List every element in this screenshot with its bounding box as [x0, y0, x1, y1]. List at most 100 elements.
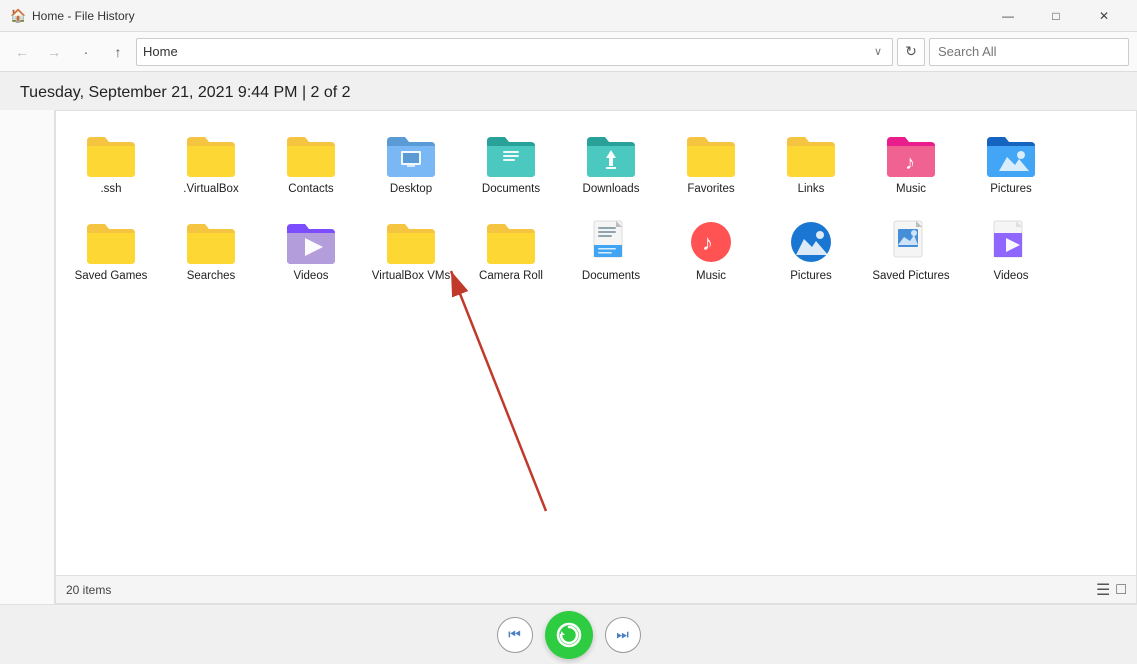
file-label-searches: Searches: [187, 269, 236, 284]
file-item-downloads[interactable]: Downloads: [566, 126, 656, 203]
back-button[interactable]: ←: [8, 38, 36, 66]
folder-icon-vbox-vms: [383, 219, 439, 265]
prev-button[interactable]: ⏮: [497, 617, 533, 653]
file-label-contacts: Contacts: [288, 182, 333, 197]
file-label-vbox-vms: VirtualBox VMs: [372, 269, 450, 284]
file-item-pictures-folder[interactable]: Pictures: [966, 126, 1056, 203]
refresh-icon: ↻: [905, 43, 917, 60]
refresh-button[interactable]: ↻: [897, 38, 925, 66]
file-grid: .ssh .VirtualBox: [56, 111, 1136, 305]
file-label-desktop: Desktop: [390, 182, 432, 197]
next-icon: ⏭: [616, 626, 629, 643]
address-input[interactable]: [143, 44, 874, 59]
file-label-saved-games: Saved Games: [75, 269, 148, 284]
svg-text:♪: ♪: [702, 230, 713, 255]
file-label-links: Links: [798, 182, 825, 197]
search-input[interactable]: [929, 38, 1129, 66]
address-bar: ← → · ↑ ∨ ↻: [0, 32, 1137, 72]
forward-button[interactable]: →: [40, 38, 68, 66]
up-button[interactable]: ↑: [104, 38, 132, 66]
window-title: Home - File History: [32, 9, 985, 23]
folder-icon-saved-games: [83, 219, 139, 265]
file-item-videos-file[interactable]: Videos: [966, 213, 1056, 290]
file-label-documents: Documents: [482, 182, 540, 197]
file-item-camera-roll[interactable]: Camera Roll: [466, 213, 556, 290]
saved-pictures-file-icon: [883, 219, 939, 265]
address-chevron-icon[interactable]: ∨: [874, 45, 882, 58]
sidebar: [0, 110, 55, 604]
folder-icon-music: ♪: [883, 132, 939, 178]
close-button[interactable]: ✕: [1081, 0, 1127, 32]
prev-icon: ⏮: [508, 626, 521, 643]
folder-icon-favorites: [683, 132, 739, 178]
video-file-icon: [983, 219, 1039, 265]
file-item-ssh[interactable]: .ssh: [66, 126, 156, 203]
minimize-button[interactable]: —: [985, 0, 1031, 32]
file-label-ssh: .ssh: [100, 182, 121, 197]
window-controls: — □ ✕: [985, 0, 1127, 32]
restore-button[interactable]: [545, 611, 593, 659]
file-item-saved-games[interactable]: Saved Games: [66, 213, 156, 290]
title-bar: 🏠 Home - File History — □ ✕: [0, 0, 1137, 32]
restore-icon: [555, 621, 583, 649]
file-item-searches[interactable]: Searches: [166, 213, 256, 290]
file-item-documents[interactable]: Documents: [466, 126, 556, 203]
folder-icon-videos: [283, 219, 339, 265]
folder-icon-camera-roll: [483, 219, 539, 265]
content-area: .ssh .VirtualBox: [55, 110, 1137, 604]
folder-icon-virtualbox: [183, 132, 239, 178]
file-item-vbox-vms[interactable]: VirtualBox VMs: [366, 213, 456, 290]
playback-bar: ⏮ ⏭: [0, 604, 1137, 664]
next-button[interactable]: ⏭: [605, 617, 641, 653]
file-label-saved-pictures: Saved Pictures: [872, 269, 949, 284]
file-label-videos-folder: Videos: [294, 269, 329, 284]
folder-icon-downloads: [583, 132, 639, 178]
date-header: Tuesday, September 21, 2021 9:44 PM | 2 …: [0, 72, 1137, 110]
file-label-pictures-folder: Pictures: [990, 182, 1032, 197]
file-label-music-file: Music: [696, 269, 726, 284]
folder-icon-contacts: [283, 132, 339, 178]
file-item-documents-file[interactable]: Documents: [566, 213, 656, 290]
file-label-camera-roll: Camera Roll: [479, 269, 543, 284]
details-view-icon[interactable]: ☰: [1096, 580, 1110, 600]
up-icon: ↑: [115, 44, 122, 60]
folder-icon-documents: [483, 132, 539, 178]
address-input-wrapper: ∨: [136, 38, 893, 66]
file-label-favorites: Favorites: [687, 182, 734, 197]
file-label-videos-file: Videos: [994, 269, 1029, 284]
forward-icon: →: [47, 44, 61, 60]
file-item-saved-pictures[interactable]: Saved Pictures: [866, 213, 956, 290]
file-label-pictures-file: Pictures: [790, 269, 832, 284]
file-item-desktop[interactable]: Desktop: [366, 126, 456, 203]
date-text: Tuesday, September 21, 2021 9:44 PM | 2 …: [20, 84, 351, 101]
app-icon: 🏠: [10, 8, 26, 24]
status-item-count: 20 items: [66, 583, 111, 597]
file-label-downloads: Downloads: [583, 182, 640, 197]
file-item-contacts[interactable]: Contacts: [266, 126, 356, 203]
folder-icon-ssh: [83, 132, 139, 178]
folder-icon-links: [783, 132, 839, 178]
status-icons: ☰ □: [1096, 580, 1126, 600]
file-item-videos-folder[interactable]: Videos: [266, 213, 356, 290]
file-label-music-folder: Music: [896, 182, 926, 197]
status-bar: 20 items ☰ □: [56, 575, 1136, 603]
file-item-virtualbox[interactable]: .VirtualBox: [166, 126, 256, 203]
folder-icon-pictures: [983, 132, 1039, 178]
folder-icon-searches: [183, 219, 239, 265]
svg-text:♪: ♪: [905, 152, 915, 174]
pictures-file-icon: [783, 219, 839, 265]
file-item-favorites[interactable]: Favorites: [666, 126, 756, 203]
file-item-music-file[interactable]: ♪ Music: [666, 213, 756, 290]
main-layout: .ssh .VirtualBox: [0, 110, 1137, 604]
file-item-links[interactable]: Links: [766, 126, 856, 203]
back-icon: ←: [15, 44, 29, 60]
file-item-music-folder[interactable]: ♪ Music: [866, 126, 956, 203]
recent-icon: ·: [84, 44, 89, 60]
file-label-virtualbox: .VirtualBox: [183, 182, 238, 197]
large-icon-view-icon[interactable]: □: [1116, 581, 1126, 599]
maximize-button[interactable]: □: [1033, 0, 1079, 32]
music-file-icon: ♪: [683, 219, 739, 265]
doc-file-icon: [583, 219, 639, 265]
file-item-pictures-file[interactable]: Pictures: [766, 213, 856, 290]
recent-button[interactable]: ·: [72, 38, 100, 66]
